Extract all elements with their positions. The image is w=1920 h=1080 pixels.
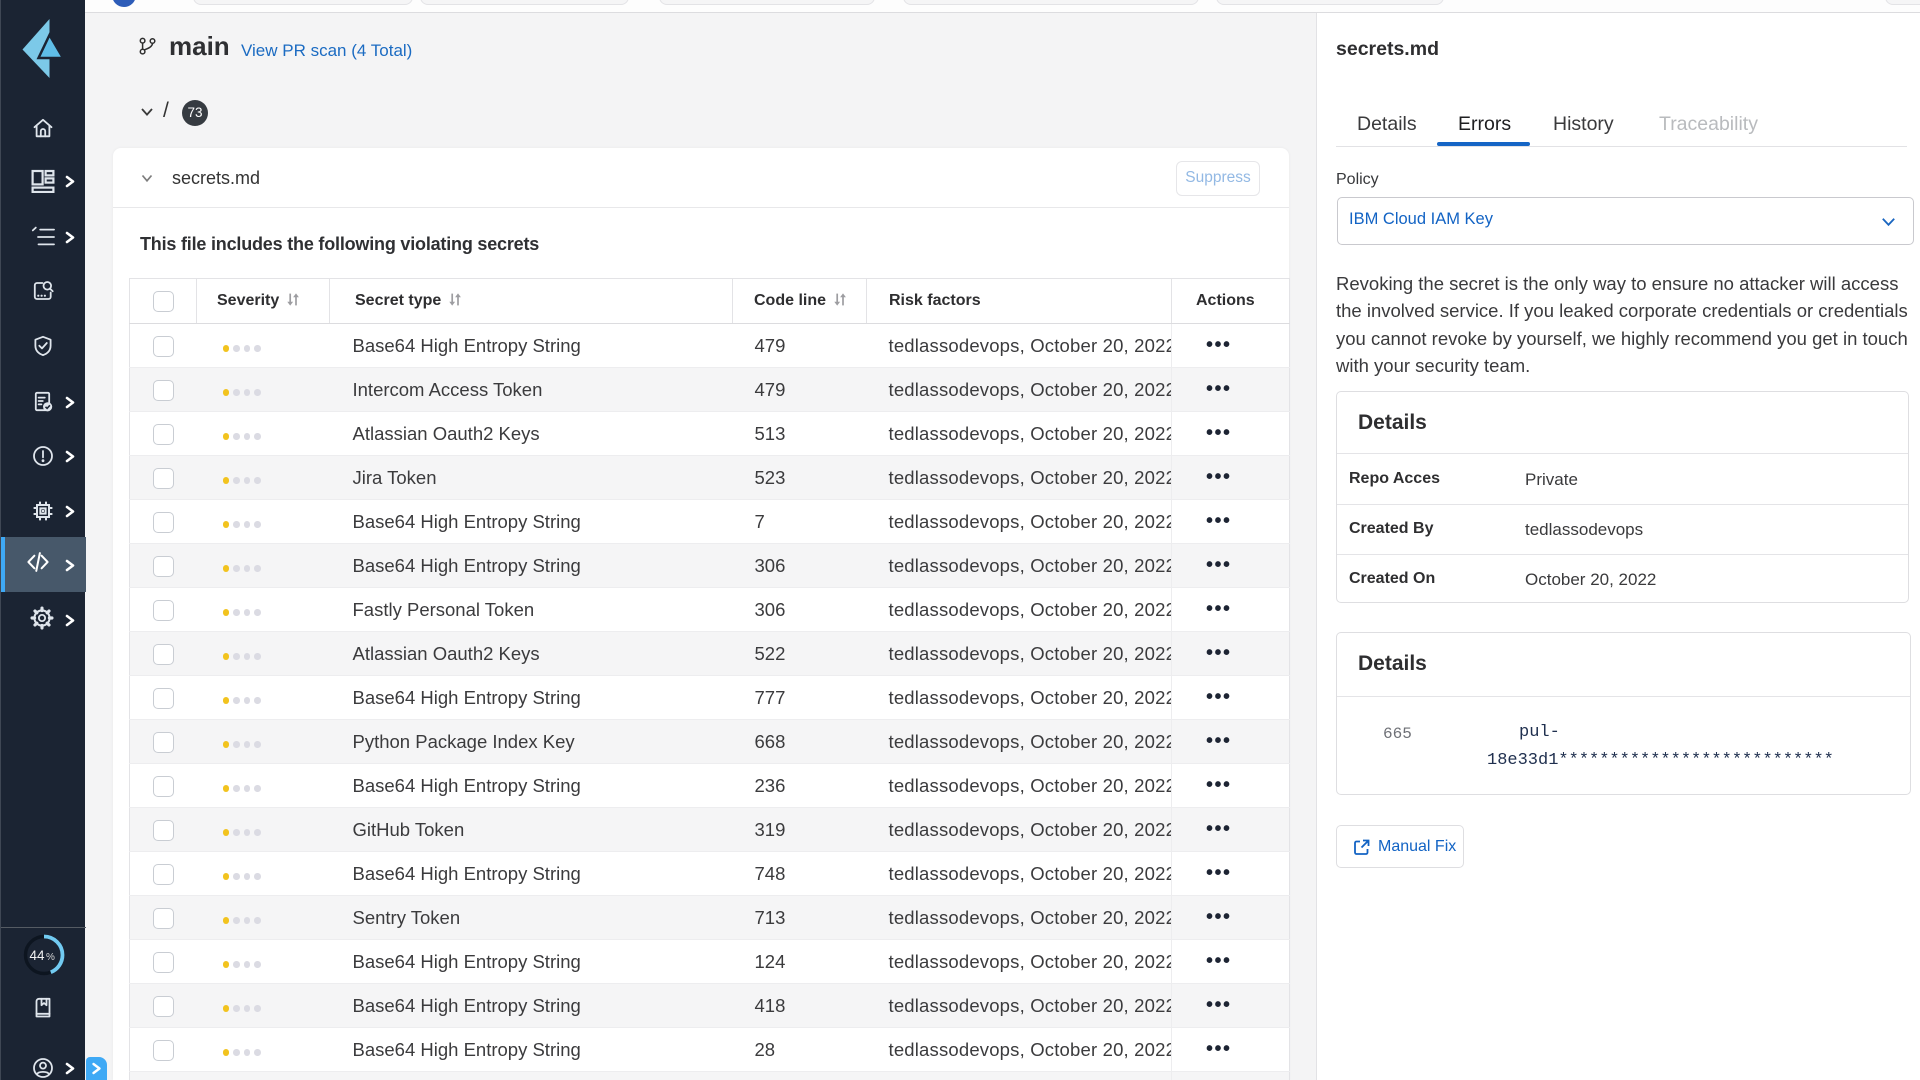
svg-text:44: 44 [29, 948, 45, 963]
svg-text:%: % [46, 952, 55, 963]
